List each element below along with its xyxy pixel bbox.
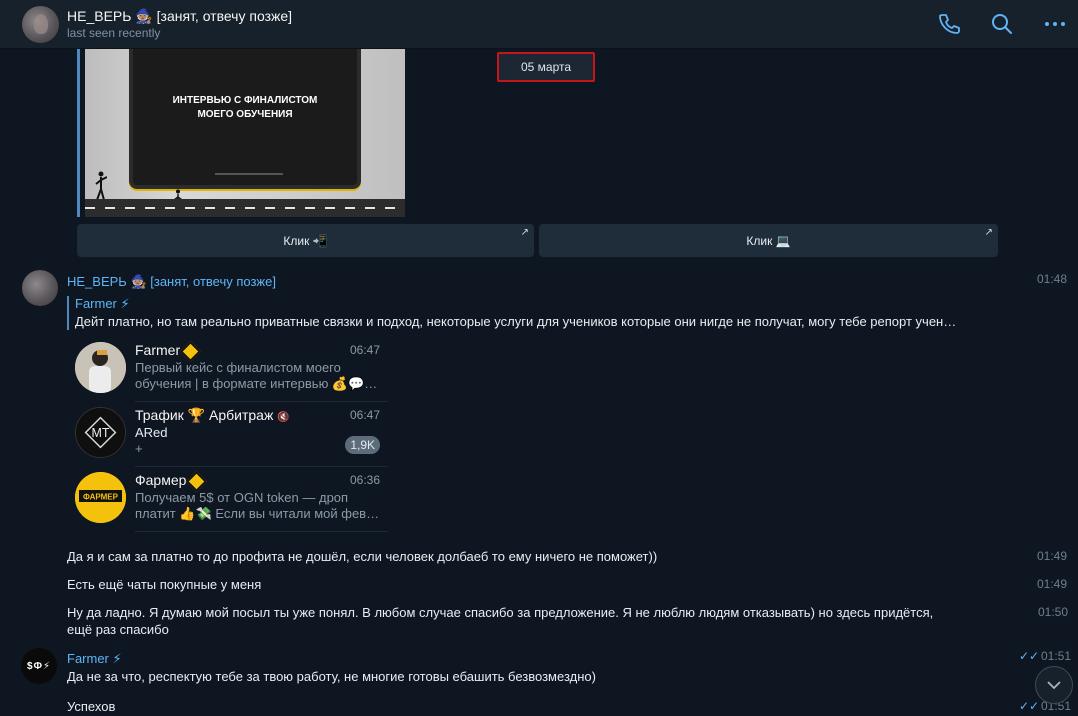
reply-bar	[67, 296, 69, 330]
chat-name: Фармер	[135, 470, 208, 492]
chat-preview: Получаем 5$ от OGN token — дроп платит 👍…	[135, 490, 381, 522]
scroll-to-bottom-button[interactable]	[1035, 666, 1073, 704]
chat-header: НЕ_ВЕРЬ 🧙🏽 [занят, отвечу позже] last se…	[0, 0, 1078, 49]
chat-preview-line2: +	[135, 441, 143, 456]
warning-sign-icon	[186, 470, 208, 492]
link-button-mobile[interactable]: Клик 📲 ↗	[77, 224, 534, 257]
message-sender[interactable]: НЕ_ВЕРЬ 🧙🏽 [занят, отвечу позже]	[67, 274, 276, 290]
message-text[interactable]: Да не за что, респектую тебе за твою раб…	[67, 668, 596, 685]
chevron-down-icon	[1047, 681, 1061, 690]
avatar-monogram: MT	[91, 426, 109, 440]
chat-preview-line1: Первый кейс с финалистом моего	[135, 360, 341, 375]
list-item[interactable]: ФАРМЕР Фармер 06:36 Получаем 5$ от OGN t…	[70, 468, 388, 532]
link-button-label: Клик 📲	[283, 233, 328, 248]
phone-icon[interactable]	[936, 11, 962, 37]
last-seen-status: last seen recently	[67, 26, 161, 40]
chat-preview-line2: обучения | в формате интервью 💰💬…	[135, 376, 378, 391]
chat-preview-line1: Получаем 5$ от OGN token — дроп	[135, 490, 349, 505]
divider	[135, 531, 388, 532]
chat-preview-line2: платит 👍💸 Если вы читали мой фев…	[135, 506, 380, 521]
message-time: 01:48	[1037, 272, 1068, 286]
chat-name: Трафик 🏆 Арбитраж 🔇	[135, 407, 290, 424]
read-receipt-icon: ✓✓	[1019, 649, 1040, 663]
contact-avatar[interactable]	[22, 6, 59, 43]
sender-avatar[interactable]	[22, 270, 58, 306]
chat-time: 06:36	[349, 473, 380, 487]
list-item[interactable]: Farmer 06:47 Первый кейс с финалистом мо…	[70, 338, 388, 402]
message-time: 01:49	[1037, 577, 1068, 591]
chat-avatar: ФАРМЕР	[75, 472, 126, 523]
screen-caption-line1: ИНТЕРВЬЮ С ФИНАЛИСТОМ	[172, 95, 318, 106]
message-text[interactable]: Да я и сам за платно то до профита не до…	[67, 548, 657, 565]
avatar-logo-text: ФАРМЕР	[83, 493, 119, 502]
mute-icon: 🔇	[277, 412, 290, 423]
chat-preview-line1: ARed	[135, 425, 168, 440]
chat-avatar	[75, 342, 126, 393]
search-icon[interactable]	[989, 11, 1015, 37]
screen-illustration: ИНТЕРВЬЮ С ФИНАЛИСТОМ МОЕГО ОБУЧЕНИЯ	[129, 49, 361, 189]
message-time: 01:51	[1041, 649, 1072, 663]
divider	[135, 466, 388, 467]
road-illustration	[85, 199, 405, 217]
message-time: 01:50	[1038, 605, 1069, 619]
chat-title[interactable]: НЕ_ВЕРЬ 🧙🏽 [занят, отвечу позже]	[67, 8, 292, 25]
chat-preview: ARed +	[135, 425, 381, 457]
message-text[interactable]: Успехов	[67, 698, 115, 715]
message-sender[interactable]: Farmer ⚡	[67, 651, 122, 667]
screen-caption-line2: МОЕГО ОБУЧЕНИЯ	[197, 109, 293, 120]
list-item[interactable]: MT Трафик 🏆 Арбитраж 🔇 06:47 ARed + 1,9K	[70, 403, 388, 467]
unread-badge: 1,9K	[345, 436, 380, 454]
read-receipt-icon: ✓✓	[1019, 699, 1040, 713]
screen-line	[215, 173, 283, 175]
sender-avatar[interactable]: $Ф⚡	[21, 648, 57, 684]
chat-name-text: Фармер	[135, 472, 187, 488]
quote-bar	[77, 49, 80, 217]
link-button-desktop[interactable]: Клик 💻 ↗	[539, 224, 998, 257]
message-text-line1[interactable]: Ну да ладно. Я думаю мой посыл ты уже по…	[67, 604, 933, 621]
more-icon[interactable]	[1042, 11, 1068, 37]
chat-name-text: Трафик 🏆 Арбитраж	[135, 407, 274, 423]
screen-caption: ИНТЕРВЬЮ С ФИНАЛИСТОМ МОЕГО ОБУЧЕНИЯ	[133, 94, 357, 122]
chat-preview: Первый кейс с финалистом моего обучения …	[135, 360, 381, 392]
warning-sign-icon	[180, 340, 202, 362]
chat-time: 06:47	[349, 343, 380, 357]
chat-name-text: Farmer	[135, 342, 181, 358]
media-preview[interactable]: ИНТЕРВЬЮ С ФИНАЛИСТОМ МОЕГО ОБУЧЕНИЯ	[85, 49, 405, 217]
chat-time: 06:47	[349, 408, 380, 422]
external-link-icon: ↗	[520, 227, 529, 238]
chat-avatar: MT	[75, 407, 126, 458]
divider	[135, 401, 388, 402]
chat-name: Farmer	[135, 340, 202, 362]
reply-sender[interactable]: Farmer ⚡	[75, 296, 130, 312]
date-separator: 05 марта	[497, 52, 595, 82]
reply-text[interactable]: Дейт платно, но там реально приватные св…	[75, 314, 1010, 329]
chat-list-screenshot[interactable]: Farmer 06:47 Первый кейс с финалистом мо…	[70, 338, 388, 536]
message-text[interactable]: Есть ещё чаты покупные у меня	[67, 576, 261, 593]
external-link-icon: ↗	[984, 227, 993, 238]
person-figure-icon	[95, 171, 107, 201]
message-text-line2[interactable]: ещё раз спасибо	[67, 621, 169, 638]
message-time: 01:49	[1037, 549, 1068, 563]
link-button-label: Клик 💻	[746, 233, 791, 248]
